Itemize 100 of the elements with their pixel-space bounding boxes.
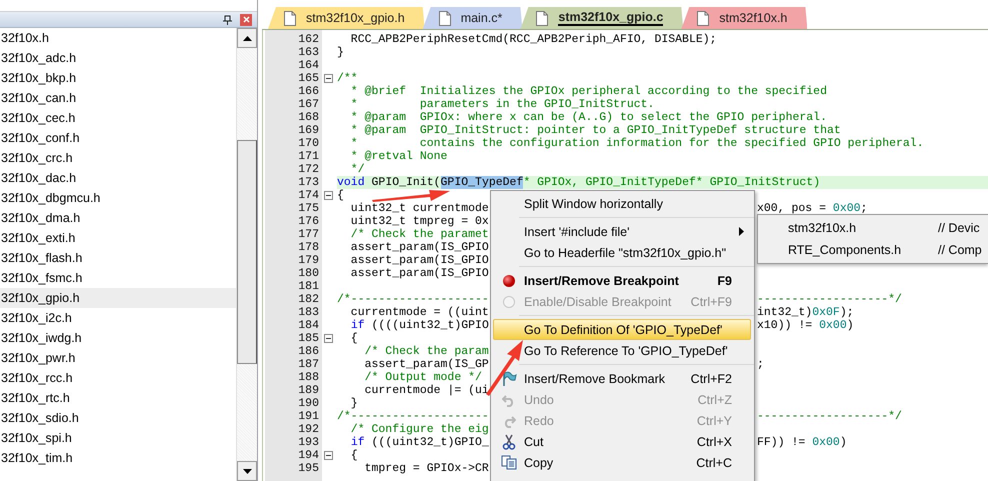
line-number: 170: [297, 137, 319, 150]
file-list-item[interactable]: 32f10x_cec.h: [0, 108, 236, 128]
flag-icon: [501, 370, 517, 386]
file-list-item[interactable]: 32f10x_bkp.h: [0, 68, 236, 88]
file-tab[interactable]: stm32f10x_gpio.h: [268, 7, 425, 29]
file-list-item[interactable]: 32f10x_i2c.h: [0, 308, 236, 328]
collapse-icon[interactable]: [324, 334, 332, 343]
code-line: /* Check the paramet: [350, 228, 489, 241]
code-line: {: [337, 189, 344, 202]
file-list-item[interactable]: 32f10x_flash.h: [0, 248, 236, 268]
line-number: 171: [297, 150, 319, 163]
line-number: 173: [297, 176, 319, 189]
file-tab[interactable]: stm32f10x.h: [681, 7, 808, 29]
file-list-item[interactable]: 32f10x_can.h: [0, 88, 236, 108]
file-list-item[interactable]: 32f10x_dbgmcu.h: [0, 188, 236, 208]
code-line: RCC_APB2PeriphResetCmd(RCC_APB2Periph_AFIO, DISABLE);: [350, 33, 717, 46]
line-number: 181: [297, 280, 319, 293]
file-icon: [284, 10, 296, 26]
menu-item[interactable]: Split Window horizontally: [493, 193, 751, 214]
file-icon: [536, 10, 548, 26]
file-list-item[interactable]: 32f10x_iwdg.h: [0, 328, 236, 348]
menu-item[interactable]: Cut Ctrl+X: [493, 431, 751, 452]
file-list-item[interactable]: 32f10x_adc.h: [0, 48, 236, 68]
code-fragment: x00, pos = 0x00;: [757, 202, 868, 215]
code-fragment: FF)) != 0x00): [757, 436, 847, 449]
file-list-item[interactable]: 32f10x_gpio.h: [0, 288, 236, 308]
copy-icon: [501, 455, 517, 470]
scrollbar-thumb[interactable]: [237, 140, 257, 364]
line-number: 164: [297, 59, 319, 72]
file-list-item[interactable]: 32f10x_tim.h: [0, 448, 236, 468]
file-list-item[interactable]: 32f10x_exti.h: [0, 228, 236, 248]
pin-icon[interactable]: [223, 14, 232, 24]
code-fragment: ;: [757, 358, 764, 371]
include-file-item[interactable]: RTE_Components.h // Comp: [758, 239, 988, 261]
line-number: 183: [297, 306, 319, 319]
code-line: */: [350, 163, 365, 176]
code-fragment: x10)) != 0x00): [757, 319, 854, 332]
collapse-icon[interactable]: [324, 451, 332, 460]
collapse-icon[interactable]: [324, 191, 332, 200]
code-line: assert_param(IS_GPIO: [350, 267, 489, 280]
line-number: 186: [297, 345, 319, 358]
code-line: /* Configure the eig: [350, 423, 489, 436]
file-list-item[interactable]: 32f10x_crc.h: [0, 148, 236, 168]
file-list-item[interactable]: 32f10x_rtc.h: [0, 388, 236, 408]
file-icon: [697, 10, 710, 26]
line-number: 176: [297, 215, 319, 228]
code-line: /**: [337, 72, 358, 85]
menu-item[interactable]: Copy Ctrl+C: [493, 452, 751, 473]
code-line: currentmode = ((uint: [350, 306, 489, 319]
scroll-up-button[interactable]: [237, 28, 257, 48]
file-tab[interactable]: stm32f10x_gpio.c: [520, 7, 684, 29]
close-icon[interactable]: [240, 14, 252, 26]
code-line: tmpreg = GPIOx->CR: [364, 462, 489, 475]
file-list-item[interactable]: 32f10x_dac.h: [0, 168, 236, 188]
menu-item[interactable]: Go to Headerfile "stm32f10x_gpio.h": [493, 242, 751, 263]
menu-item[interactable]: Go To Definition Of 'GPIO_TypeDef': [493, 319, 751, 340]
file-tab[interactable]: main.c*: [422, 7, 522, 29]
line-number: 188: [297, 371, 319, 384]
line-number: 184: [297, 319, 319, 332]
file-list-item[interactable]: 32f10x_conf.h: [0, 128, 236, 148]
code-line: /* Output mode */: [364, 371, 482, 384]
file-list-item[interactable]: 32f10x_sdio.h: [0, 408, 236, 428]
line-number: 177: [297, 228, 319, 241]
code-line: assert_param(IS_GP: [364, 358, 489, 371]
file-comment: // Devic: [938, 221, 981, 235]
menu-item[interactable]: Insert '#include file': [493, 221, 751, 242]
code-line: * @param GPIOx: where x can be (A..G) to select the GPIO peripheral.: [350, 111, 827, 124]
code-line: void GPIO_Init(GPIO_TypeDef* GPIOx, GPIO_InitTypeDef* GPIO_InitStruct): [337, 176, 820, 189]
file-list-item[interactable]: 32f10x_pwr.h: [0, 348, 236, 368]
line-number: 175: [297, 202, 319, 215]
up-arrow-icon: [242, 36, 252, 40]
code-line: assert_param(IS_GPIO: [350, 241, 489, 254]
menu-item[interactable]: Go To Reference To 'GPIO_TypeDef': [493, 340, 751, 361]
code-line: * @brief Initializes the GPIOx peripheral according to the specified: [350, 85, 827, 98]
down-arrow-icon: [242, 468, 252, 474]
scrollbar[interactable]: [236, 28, 257, 481]
file-list-item[interactable]: 32f10x_dma.h: [0, 208, 236, 228]
file-list-item[interactable]: 32f10x_fsmc.h: [0, 268, 236, 288]
line-number: 190: [297, 397, 319, 410]
menu-item[interactable]: Insert/Remove Breakpoint F9: [493, 270, 751, 291]
file-list-item[interactable]: 32f10x.h: [0, 28, 236, 48]
line-number: 195: [297, 462, 319, 475]
file-list-item[interactable]: 32f10x_spi.h: [0, 428, 236, 448]
file-list-item[interactable]: 32f10x_rcc.h: [0, 368, 236, 388]
line-number: 174: [297, 189, 319, 202]
file-comment: // Comp: [938, 243, 983, 257]
code-line: if ((((uint32_t)GPIO: [350, 319, 489, 332]
line-number: 194: [297, 449, 319, 462]
line-number: 185: [297, 332, 319, 345]
code-line: * @param GPIO_InitStruct: pointer to a GPIO_InitTypeDef structure that: [350, 124, 841, 137]
collapse-icon[interactable]: [324, 74, 332, 83]
code-line: /* Check the param: [364, 345, 489, 358]
line-number: 163: [297, 46, 319, 59]
scroll-down-button[interactable]: [237, 461, 257, 481]
line-number: 187: [297, 358, 319, 371]
menu-item[interactable]: Insert/Remove Bookmark Ctrl+F2: [493, 368, 751, 389]
code-line: currentmode |= (ui: [364, 384, 489, 397]
include-file-item[interactable]: stm32f10x.h // Devic: [758, 217, 988, 239]
redo-icon: [502, 414, 516, 428]
line-number: 192: [297, 423, 319, 436]
